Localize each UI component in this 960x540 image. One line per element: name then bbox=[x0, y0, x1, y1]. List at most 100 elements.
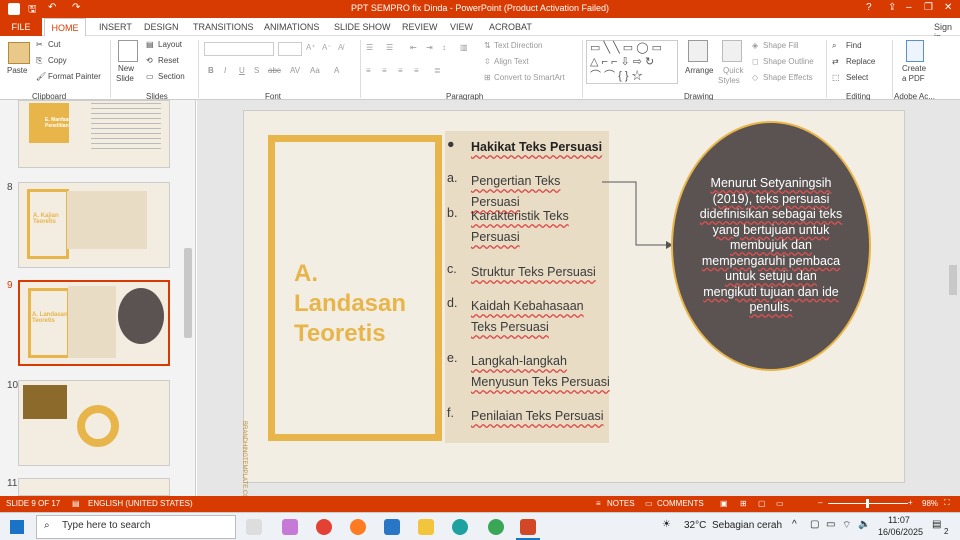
show-hidden-icons-icon[interactable]: ^ bbox=[792, 519, 797, 530]
zoom-level[interactable]: 98% bbox=[922, 499, 938, 508]
tab-home[interactable]: HOME bbox=[44, 18, 86, 36]
help-icon[interactable]: ? bbox=[866, 2, 872, 13]
arrange-button[interactable]: Arrange bbox=[685, 66, 713, 75]
shape-fill-button[interactable]: Shape Fill bbox=[763, 41, 799, 50]
task-view-icon[interactable] bbox=[246, 519, 262, 535]
underline-icon[interactable]: U bbox=[239, 66, 245, 75]
language-status[interactable]: ENGLISH (UNITED STATES) bbox=[88, 499, 193, 508]
chrome-profile-icon[interactable] bbox=[488, 519, 504, 535]
spacing-icon[interactable]: AV bbox=[290, 66, 300, 75]
justify-icon[interactable]: ≡ bbox=[414, 66, 419, 75]
battery-icon[interactable]: ▭ bbox=[826, 519, 835, 530]
strikethrough-icon[interactable]: abc bbox=[268, 66, 281, 75]
case-icon[interactable]: Aa bbox=[310, 66, 320, 75]
file-explorer-icon[interactable] bbox=[418, 519, 434, 535]
clear-format-icon[interactable]: A̸ bbox=[338, 43, 343, 52]
copy-button[interactable]: Copy bbox=[48, 56, 67, 65]
quick-styles-button[interactable]: Quick bbox=[723, 66, 743, 75]
tab-transitions[interactable]: TRANSITIONS bbox=[193, 22, 254, 32]
convert-smartart-button[interactable]: Convert to SmartArt bbox=[494, 73, 565, 82]
fit-slide-icon[interactable]: ⛶ bbox=[944, 498, 950, 508]
bullets-icon[interactable]: ☰ bbox=[366, 43, 373, 52]
taskbar-search-placeholder[interactable]: Type here to search bbox=[62, 520, 150, 531]
new-slide-button-line2[interactable]: Slide bbox=[116, 74, 134, 83]
shrink-font-icon[interactable]: A⁻ bbox=[322, 43, 332, 52]
spellcheck-icon[interactable]: ▤ bbox=[72, 499, 80, 508]
line-spacing-icon[interactable]: ↕ bbox=[442, 43, 446, 52]
find-button[interactable]: Find bbox=[846, 41, 862, 50]
font-color-icon[interactable]: A bbox=[334, 66, 339, 75]
slide-thumbnail-10[interactable] bbox=[18, 380, 170, 466]
slide-thumbnail-9-selected[interactable]: A. Landasan Teoretis bbox=[18, 280, 170, 366]
definition-text[interactable]: Menurut Setyaningsih (2019), teks persua… bbox=[699, 176, 843, 316]
cut-button[interactable]: Cut bbox=[48, 40, 60, 49]
create-pdf-button[interactable]: Create bbox=[902, 64, 926, 73]
meet-now-icon[interactable]: ▢ bbox=[810, 519, 819, 530]
zoom-in-icon[interactable]: + bbox=[908, 498, 913, 507]
volume-icon[interactable]: 🔈 bbox=[858, 519, 870, 530]
chrome-icon[interactable] bbox=[316, 519, 332, 535]
select-button[interactable]: Select bbox=[846, 73, 868, 82]
numbering-icon[interactable]: ☰ bbox=[386, 43, 393, 52]
create-pdf-button-line2[interactable]: a PDF bbox=[902, 74, 925, 83]
increase-indent-icon[interactable]: ⇥ bbox=[426, 43, 433, 52]
tab-slide-show[interactable]: SLIDE SHOW bbox=[334, 22, 391, 32]
restore-icon[interactable]: ❐ bbox=[924, 2, 933, 13]
format-painter-button[interactable]: Format Painter bbox=[48, 72, 101, 81]
slide-thumbnail-panel[interactable]: E. Manfaat Penelitian 8 A. Kajian Teoret… bbox=[0, 100, 196, 496]
tab-file[interactable]: FILE bbox=[0, 18, 42, 36]
cut-icon[interactable]: ✂ bbox=[36, 40, 43, 49]
powerpoint-app-icon[interactable] bbox=[8, 3, 20, 15]
powerpoint-taskbar-icon[interactable] bbox=[520, 519, 536, 535]
redo-icon[interactable]: ↷ bbox=[72, 2, 80, 13]
slide-thumbnail-11[interactable] bbox=[18, 478, 170, 496]
quick-styles-icon[interactable] bbox=[722, 40, 742, 62]
reset-button[interactable]: Reset bbox=[158, 56, 179, 65]
shapes-gallery[interactable]: ▭ ╲ ╲ ▭ ◯ ▭ △ ⌐ ⌐ ⇩ ⇨ ↻ ⌒ ⌒ { } ☆ bbox=[586, 40, 678, 84]
section-button[interactable]: Section bbox=[158, 72, 185, 81]
align-left-icon[interactable]: ≡ bbox=[366, 66, 371, 75]
distributed-icon[interactable]: ≣ bbox=[434, 66, 441, 75]
bold-icon[interactable]: B bbox=[208, 66, 214, 75]
copy-icon[interactable]: ⎘ bbox=[36, 56, 42, 66]
new-slide-button[interactable]: New bbox=[118, 64, 134, 73]
paste-button[interactable]: Paste bbox=[7, 66, 27, 75]
layout-button[interactable]: Layout bbox=[158, 40, 182, 49]
weather-icon[interactable]: ☀ bbox=[662, 519, 671, 530]
tab-design[interactable]: DESIGN bbox=[144, 22, 179, 32]
text-direction-button[interactable]: Text Direction bbox=[494, 41, 542, 50]
notes-button[interactable]: NOTES bbox=[607, 499, 635, 508]
tab-animations[interactable]: ANIMATIONS bbox=[264, 22, 319, 32]
weather-description[interactable]: Sebagian cerah bbox=[712, 520, 782, 531]
zoom-out-icon[interactable]: – bbox=[818, 498, 822, 507]
save-icon[interactable]: 🖫 bbox=[28, 2, 37, 19]
shape-effects-button[interactable]: Shape Effects bbox=[763, 73, 813, 82]
slide-canvas[interactable]: A. Landasan Teoretis BRANDHINGTEMPLATE.C… bbox=[241, 110, 905, 504]
slideshow-icon[interactable]: ▭ bbox=[776, 499, 784, 508]
slide-thumbnail-8[interactable]: A. Kajian Teoretis bbox=[18, 182, 170, 268]
columns-icon[interactable]: ▥ bbox=[460, 43, 468, 52]
slide-sorter-icon[interactable]: ⊞ bbox=[740, 499, 747, 508]
decrease-indent-icon[interactable]: ⇤ bbox=[410, 43, 417, 52]
arrange-icon[interactable] bbox=[688, 40, 708, 62]
font-size-input[interactable] bbox=[278, 42, 302, 56]
italic-icon[interactable]: I bbox=[224, 66, 226, 75]
editor-scrollbar[interactable] bbox=[949, 265, 957, 295]
comments-button[interactable]: COMMENTS bbox=[657, 499, 704, 508]
zoom-slider-thumb[interactable] bbox=[866, 499, 869, 508]
tab-review[interactable]: REVIEW bbox=[402, 22, 438, 32]
grow-font-icon[interactable]: A⁺ bbox=[306, 43, 316, 52]
network-icon[interactable]: ⌔ bbox=[842, 519, 851, 532]
normal-view-icon[interactable]: ▣ bbox=[720, 499, 728, 508]
clock-time[interactable]: 11:07 bbox=[888, 515, 910, 525]
reading-view-icon[interactable]: ▢ bbox=[758, 499, 766, 508]
tab-view[interactable]: VIEW bbox=[450, 22, 473, 32]
clock-date[interactable]: 16/06/2025 bbox=[878, 527, 923, 537]
format-painter-icon[interactable]: 🖌 bbox=[36, 72, 46, 81]
tab-insert[interactable]: INSERT bbox=[99, 22, 132, 32]
align-center-icon[interactable]: ≡ bbox=[382, 66, 387, 75]
quick-styles-button-line2[interactable]: Styles bbox=[718, 76, 740, 85]
close-icon[interactable]: ✕ bbox=[944, 2, 952, 13]
edge-icon[interactable] bbox=[452, 519, 468, 535]
tab-acrobat[interactable]: ACROBAT bbox=[489, 22, 532, 32]
